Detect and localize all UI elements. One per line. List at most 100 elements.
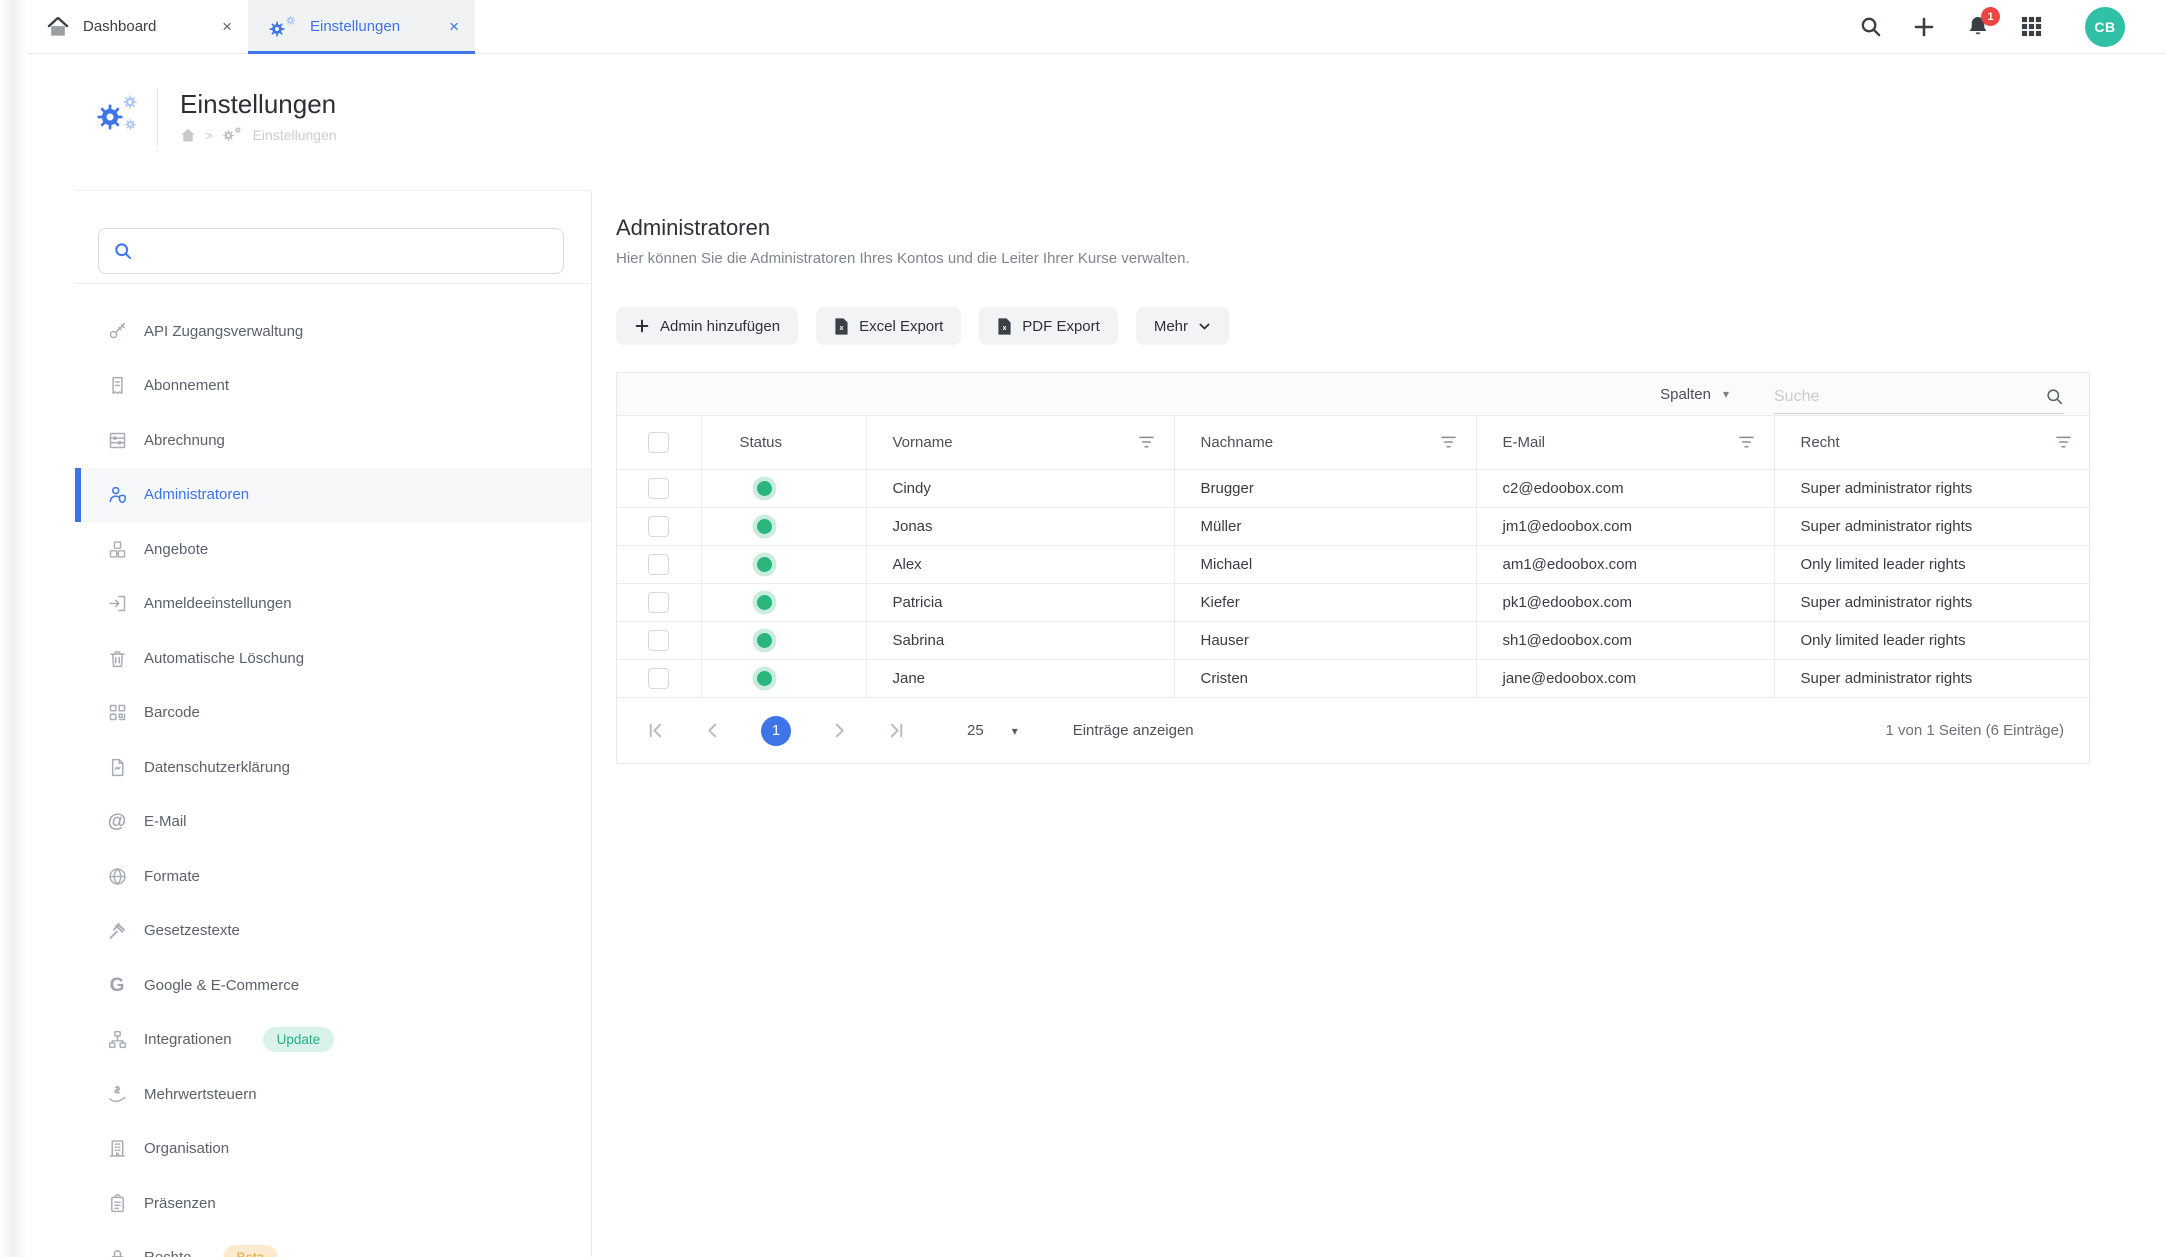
- cubes-icon: [105, 537, 129, 561]
- page-header: Einstellungen > Einstellungen: [95, 88, 337, 146]
- filter-icon[interactable]: [2056, 435, 2071, 449]
- search-icon: [113, 241, 133, 261]
- plus-icon[interactable]: [1912, 15, 1936, 39]
- breadcrumb-separator: >: [205, 128, 213, 143]
- settings-gears-icon: [95, 94, 143, 140]
- cell-vorname: Patricia: [866, 583, 1174, 621]
- sidebar-item-abrechnung[interactable]: Abrechnung: [75, 413, 591, 468]
- last-page-button[interactable]: [888, 722, 905, 739]
- avatar[interactable]: CB: [2085, 7, 2125, 47]
- column-header-nachname: Nachname: [1201, 434, 1274, 451]
- sidebar-item-anmeldeeinstellungen[interactable]: Anmeldeeinstellungen: [75, 577, 591, 632]
- table-header-row: Status Vorname Nachname E-Mail Recht: [617, 416, 2091, 469]
- badge-update: Update: [263, 1027, 335, 1052]
- sidebar-item-e-mail[interactable]: @E-Mail: [75, 795, 591, 850]
- file-excel-icon: x: [834, 318, 849, 335]
- google-icon: G: [105, 973, 129, 997]
- key-icon: [105, 319, 129, 343]
- sidebar-item-abonnement[interactable]: Abonnement: [75, 359, 591, 414]
- svg-text:x: x: [840, 323, 844, 332]
- tab-dashboard[interactable]: Dashboard ×: [27, 0, 248, 53]
- row-checkbox[interactable]: [648, 554, 669, 575]
- sidebar-item-label: Integrationen: [144, 1031, 232, 1048]
- hand-dollar-icon: [105, 1082, 129, 1106]
- sidebar-item-organisation[interactable]: Organisation: [75, 1122, 591, 1177]
- table-row: PatriciaKieferpk1@edoobox.comSuper admin…: [617, 583, 2091, 621]
- page-size-dropdown[interactable]: 25 ▾: [967, 722, 1018, 739]
- filter-icon[interactable]: [1139, 435, 1154, 449]
- apps-grid-icon[interactable]: [2020, 15, 2043, 38]
- sidebar-item-formate[interactable]: Formate: [75, 849, 591, 904]
- sidebar-search-input[interactable]: [143, 243, 549, 260]
- table-row: CindyBruggerc2@edoobox.comSuper administ…: [617, 469, 2091, 507]
- filter-icon[interactable]: [1441, 435, 1456, 449]
- current-page-button[interactable]: 1: [761, 716, 791, 746]
- cell-recht: Super administrator rights: [1774, 507, 2091, 545]
- close-icon[interactable]: ×: [222, 18, 232, 35]
- row-checkbox[interactable]: [648, 516, 669, 537]
- sidebar-item-label: Barcode: [144, 704, 200, 721]
- sidebar-item-datenschutzerklärung[interactable]: Datenschutzerklärung: [75, 740, 591, 795]
- sidebar-item-administratoren[interactable]: Administratoren: [75, 468, 591, 523]
- sidebar-item-label: E-Mail: [144, 813, 187, 830]
- sidebar-item-mehrwertsteuern[interactable]: Mehrwertsteuern: [75, 1067, 591, 1122]
- add-admin-button[interactable]: Admin hinzufügen: [616, 307, 798, 345]
- more-button[interactable]: Mehr: [1136, 307, 1229, 345]
- tab-bar: Dashboard × Einstellungen ×: [27, 0, 475, 53]
- sidebar-item-label: Rechte: [144, 1249, 192, 1257]
- cell-email: jane@edoobox.com: [1476, 659, 1774, 697]
- sidebar-item-label: Abonnement: [144, 377, 229, 394]
- search-icon[interactable]: [1859, 15, 1882, 38]
- settings-gears-icon: [268, 15, 296, 39]
- breadcrumb-current[interactable]: Einstellungen: [253, 127, 337, 143]
- filter-icon[interactable]: [1739, 435, 1754, 449]
- table-search: [1774, 380, 2064, 414]
- status-active-indicator: [757, 671, 772, 686]
- table-search-input[interactable]: [1774, 388, 2045, 406]
- sidebar-item-präsenzen[interactable]: Präsenzen: [75, 1176, 591, 1231]
- cell-recht: Super administrator rights: [1774, 469, 2091, 507]
- cell-vorname: Jane: [866, 659, 1174, 697]
- sidebar-item-label: Gesetzestexte: [144, 922, 240, 939]
- row-checkbox[interactable]: [648, 630, 669, 651]
- admin-table-card: Spalten ▾ Status Vorname Nachname E-Mail: [616, 372, 2090, 764]
- excel-export-button[interactable]: x Excel Export: [816, 307, 961, 345]
- sidebar-item-integrationen[interactable]: Integrationen Update: [75, 1013, 591, 1068]
- sidebar-item-api-zugangsverwaltung[interactable]: API Zugangsverwaltung: [75, 304, 591, 359]
- admin-table-body: CindyBruggerc2@edoobox.comSuper administ…: [617, 469, 2091, 697]
- status-active-indicator: [757, 595, 772, 610]
- prev-page-button[interactable]: [704, 722, 721, 739]
- columns-dropdown[interactable]: Spalten ▾: [1660, 386, 1729, 403]
- sidebar-item-barcode[interactable]: Barcode: [75, 686, 591, 741]
- cell-vorname: Cindy: [866, 469, 1174, 507]
- sidebar-item-label: Google & E-Commerce: [144, 977, 299, 994]
- plus-icon: [634, 318, 650, 334]
- row-checkbox[interactable]: [648, 668, 669, 689]
- sidebar-item-label: Angebote: [144, 541, 208, 558]
- table-footer: 1 25 ▾ Einträge anzeigen 1 von 1 Seiten …: [617, 697, 2089, 763]
- sidebar-item-label: Formate: [144, 868, 200, 885]
- next-page-button[interactable]: [831, 722, 848, 739]
- cell-recht: Only limited leader rights: [1774, 545, 2091, 583]
- sidebar-item-rechte[interactable]: RechteBeta: [75, 1231, 591, 1257]
- tab-einstellungen[interactable]: Einstellungen ×: [248, 0, 475, 53]
- close-icon[interactable]: ×: [449, 18, 459, 35]
- row-checkbox[interactable]: [648, 478, 669, 499]
- receipt-icon: [105, 374, 129, 398]
- sidebar-item-angebote[interactable]: Angebote: [75, 522, 591, 577]
- cell-email: am1@edoobox.com: [1476, 545, 1774, 583]
- row-checkbox[interactable]: [648, 592, 669, 613]
- table-row: AlexMichaelam1@edoobox.comOnly limited l…: [617, 545, 2091, 583]
- pdf-export-button[interactable]: x PDF Export: [979, 307, 1118, 345]
- abacus-icon: [105, 428, 129, 452]
- select-all-checkbox[interactable]: [648, 432, 669, 453]
- breadcrumb-home-icon[interactable]: [180, 128, 196, 143]
- first-page-button[interactable]: [647, 722, 664, 739]
- sidebar-item-label: Mehrwertsteuern: [144, 1086, 257, 1103]
- sidebar-item-google-e-commerce[interactable]: G Google & E-Commerce: [75, 958, 591, 1013]
- search-icon[interactable]: [2045, 387, 2064, 406]
- sidebar-item-gesetzestexte[interactable]: Gesetzestexte: [75, 904, 591, 959]
- bell-icon[interactable]: 1: [1966, 14, 1990, 39]
- cell-email: pk1@edoobox.com: [1476, 583, 1774, 621]
- sidebar-item-automatische-löschung[interactable]: Automatische Löschung: [75, 631, 591, 686]
